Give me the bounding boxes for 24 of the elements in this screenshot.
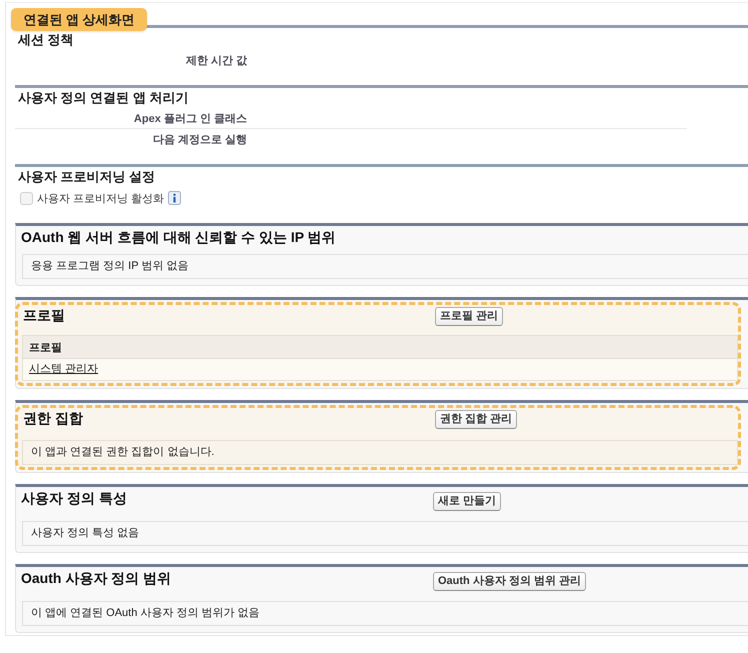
empty-message: 이 앱에 연결된 OAuth 사용자 정의 범위가 없음 [22,601,748,626]
annotation-label: 연결된 앱 상세화면 [11,8,147,31]
field-label: Apex 플러그 인 클래스 [132,112,247,126]
empty-message: 응용 프로그램 정의 IP 범위 없음 [22,254,748,279]
list-title: OAuth 웹 서버 흐름에 대해 신뢰할 수 있는 IP 범위 [21,228,336,246]
column-header: 프로필 [22,335,738,359]
section-title: 사용자 프로비저닝 설정 [18,169,156,185]
table-link[interactable]: 시스템 관리자 [29,363,98,375]
list-action-button[interactable]: 프로필 관리 [435,307,504,326]
list-action-button[interactable]: Oauth 사용자 정의 범위 관리 [433,572,586,591]
list-title: 권한 집합 [23,409,83,427]
section-title: 세션 정책 [18,32,75,48]
list-action-button[interactable]: 새로 만들기 [433,492,502,511]
empty-message: 이 앱과 연결된 권한 집합이 없습니다. [22,440,738,465]
field-label: 다음 계정으로 실행 [152,132,247,146]
empty-message: 사용자 정의 특성 없음 [22,521,748,546]
info-icon[interactable] [168,191,182,205]
checkbox-label: 사용자 프로비저닝 활성화 [37,192,164,206]
list-action-button[interactable]: 권한 집합 관리 [435,410,518,429]
list-title: 사용자 정의 특성 [21,489,127,507]
section-title: 사용자 정의 연결된 앱 처리기 [18,90,190,106]
list-title: 프로필 [23,306,65,324]
list-title: Oauth 사용자 정의 범위 [21,569,172,587]
field-label: 제한 시간 값 [184,54,247,68]
